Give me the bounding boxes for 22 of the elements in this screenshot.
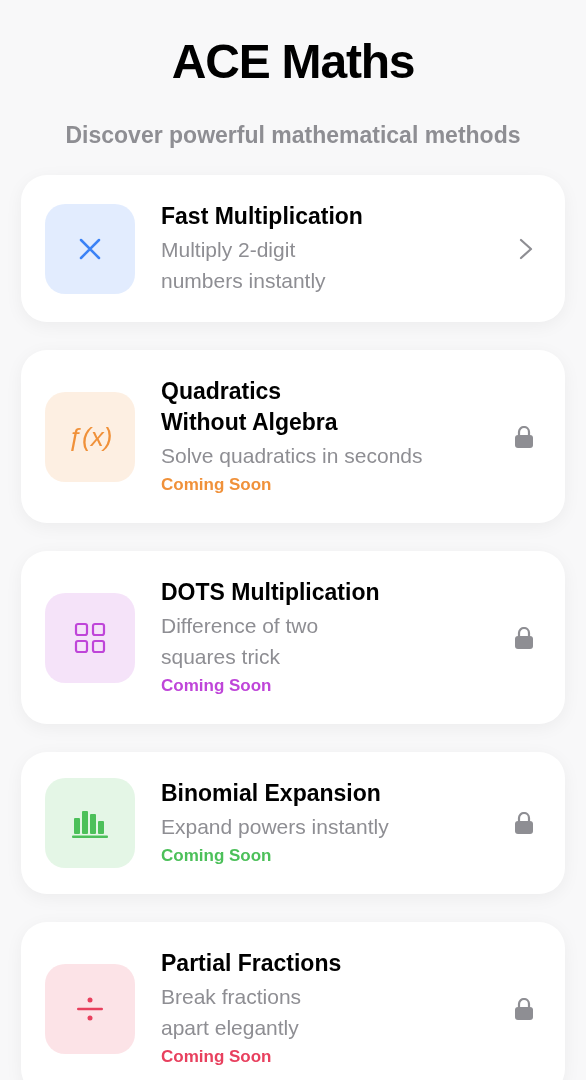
method-card[interactable]: DOTS Multiplication Difference of two squares trick Coming Soon <box>21 551 565 724</box>
method-title: Binomial Expansion <box>161 779 382 808</box>
method-description: Expand powers instantly <box>161 814 390 840</box>
method-card[interactable]: Binomial Expansion Expand powers instantly Coming Soon <box>21 752 565 894</box>
method-card[interactable]: Partial Fractions Break fractions apart elegantly Coming Soon <box>21 922 565 1080</box>
status-label: Coming Soon <box>161 474 273 496</box>
method-description: Solve quadratics in seconds <box>161 443 424 469</box>
app-title: ACE Maths <box>171 38 415 86</box>
method-description: Multiply 2-digit numbers instantly <box>161 237 327 294</box>
method-description: Difference of two squares trick <box>161 613 320 670</box>
method-title: Partial Fractions <box>161 949 343 978</box>
status-label: Coming Soon <box>161 675 273 697</box>
method-card[interactable]: ƒ(x) Quadratics Without Algebra Solve quadratics in seconds Coming Soon <box>21 350 565 523</box>
status-label: Coming Soon <box>161 845 273 867</box>
status-label: Coming Soon <box>161 1046 273 1068</box>
function-icon: ƒ(x) <box>67 423 113 450</box>
app-subtitle: Discover powerful mathematical methods <box>65 124 521 147</box>
method-title: Quadratics Without Algebra <box>161 377 339 437</box>
method-title: Fast Multiplication <box>161 202 364 231</box>
method-title: DOTS Multiplication <box>161 578 381 607</box>
method-description: Break fractions apart elegantly <box>161 984 303 1041</box>
method-card[interactable]: Fast Multiplication Multiply 2-digit numbers instantly <box>21 175 565 322</box>
